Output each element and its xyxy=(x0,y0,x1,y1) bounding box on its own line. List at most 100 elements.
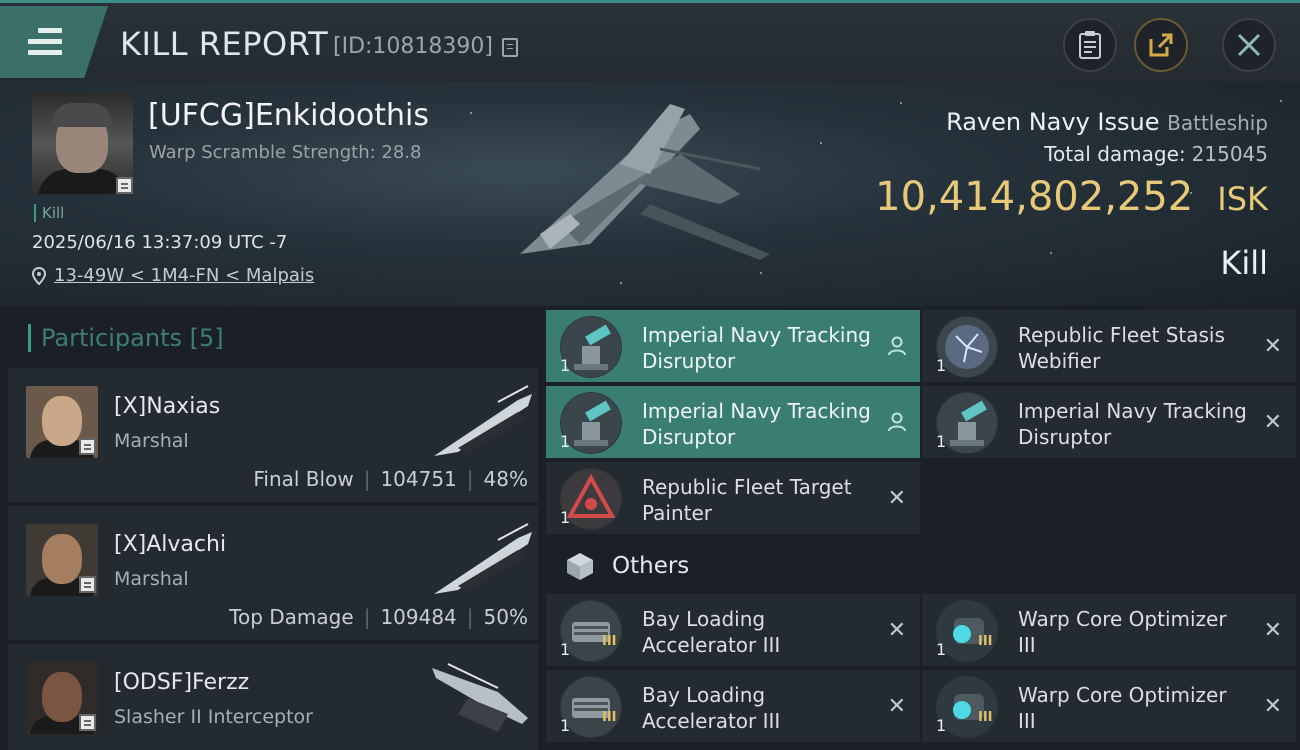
module-item[interactable]: 1 Imperial Navy Tracking Disruptor xyxy=(546,386,920,458)
module-qty: 1 xyxy=(560,432,571,451)
participant-damage: 104751 xyxy=(380,467,457,491)
cube-icon xyxy=(567,553,593,580)
close-icon[interactable]: ✕ xyxy=(888,618,906,643)
module-item[interactable]: 1 Imperial Navy Tracking Disruptor xyxy=(546,310,920,382)
close-icon[interactable]: ✕ xyxy=(1264,618,1282,643)
clipboard-icon xyxy=(1079,31,1101,59)
participant-row[interactable]: [ODSF]Ferzz Slasher II Interceptor xyxy=(8,644,538,750)
module-qty: 1 xyxy=(560,640,571,659)
share-icon xyxy=(1149,33,1173,57)
menu-button[interactable] xyxy=(0,6,108,78)
participant-stats: Top Damage | 109484 | 50% xyxy=(229,605,528,629)
page-title: KILL REPORT xyxy=(120,25,329,63)
report-id: [ID:10818390] xyxy=(333,34,493,59)
close-icon[interactable]: ✕ xyxy=(1264,410,1282,435)
module-qty: 1 xyxy=(560,508,571,527)
ship-class: Battleship xyxy=(1167,111,1268,135)
participant-percent: 48% xyxy=(483,467,528,491)
hamburger-icon xyxy=(28,28,62,61)
participant-role: Final Blow xyxy=(253,467,354,491)
clipboard-button[interactable] xyxy=(1063,18,1117,72)
participant-name[interactable]: [X]Alvachi xyxy=(114,532,226,557)
module-name: Imperial Navy Tracking Disruptor xyxy=(642,323,871,373)
participants-count: [5] xyxy=(189,324,224,352)
participant-ship: Marshal xyxy=(114,430,189,452)
victim-ship-icon[interactable] xyxy=(500,94,780,274)
module-item[interactable]: III 1 Warp Core Optimizer III ✕ xyxy=(922,594,1296,666)
ship-name[interactable]: Raven Navy Issue xyxy=(946,108,1159,136)
warp-scramble: Warp Scramble Strength: 28.8 xyxy=(149,142,422,163)
module-name: Bay Loading Accelerator III xyxy=(642,683,781,733)
participant-ship: Marshal xyxy=(114,568,189,590)
id-card-icon[interactable] xyxy=(116,177,133,194)
participant-name[interactable]: [X]Naxias xyxy=(114,394,220,419)
module-name: Warp Core Optimizer III xyxy=(1018,607,1227,657)
participant-percent: 50% xyxy=(483,605,528,629)
module-name: Warp Core Optimizer III xyxy=(1018,683,1227,733)
participant-row[interactable]: [X]Alvachi Marshal Top Damage | 109484 |… xyxy=(8,506,538,640)
module-name: Bay Loading Accelerator III xyxy=(642,607,781,657)
module-item[interactable]: 1 Imperial Navy Tracking Disruptor ✕ xyxy=(922,386,1296,458)
victim-name[interactable]: [UFCG]Enkidoothis xyxy=(148,98,429,133)
timestamp: 2025/06/16 13:37:09 UTC -7 xyxy=(32,232,288,253)
id-card-icon[interactable] xyxy=(79,714,96,731)
close-icon[interactable]: ✕ xyxy=(1264,694,1282,719)
participants-panel: Participants [5] [X]Naxias Marshal Final… xyxy=(0,306,542,750)
isk-unit: ISK xyxy=(1217,180,1268,218)
close-icon xyxy=(1237,33,1261,57)
isk-value: 10,414,802,252 ISK xyxy=(875,174,1268,220)
module-name: Imperial Navy Tracking Disruptor xyxy=(1018,399,1247,449)
location-link[interactable]: 13-49W < 1M4-FN < Malpais xyxy=(32,265,314,286)
id-card-icon[interactable] xyxy=(79,438,96,455)
tier-badge: III xyxy=(602,710,617,725)
total-damage-value: 215045 xyxy=(1191,142,1268,166)
share-button[interactable] xyxy=(1134,18,1188,72)
location-pin-icon xyxy=(32,266,46,285)
location-text[interactable]: 13-49W < 1M4-FN < Malpais xyxy=(54,265,314,286)
victim-panel: [UFCG]Enkidoothis Warp Scramble Strength… xyxy=(0,82,1300,306)
kill-tag: Kill xyxy=(34,204,64,222)
id-card-icon[interactable] xyxy=(79,576,96,593)
module-qty: 1 xyxy=(936,356,947,375)
result-label: Kill xyxy=(1220,244,1268,282)
close-icon[interactable]: ✕ xyxy=(888,486,906,511)
close-button[interactable] xyxy=(1222,18,1276,72)
participant-damage: 109484 xyxy=(380,605,457,629)
others-section-header: Others xyxy=(564,550,689,582)
participant-ship-icon[interactable] xyxy=(428,520,538,600)
module-item[interactable]: 1 Republic Fleet Target Painter ✕ xyxy=(546,462,920,534)
tier-badge: III xyxy=(602,634,617,649)
ship-type[interactable]: Raven Navy Issue Battleship xyxy=(946,108,1268,136)
participants-title: Participants [5] xyxy=(28,324,224,352)
total-damage: Total damage: 215045 xyxy=(1044,142,1268,166)
module-item[interactable]: III 1 Bay Loading Accelerator III ✕ xyxy=(546,594,920,666)
module-qty: 1 xyxy=(936,640,947,659)
module-qty: 1 xyxy=(560,356,571,375)
title-bar: KILL REPORT [ID:10818390] xyxy=(0,0,1300,82)
close-icon[interactable]: ✕ xyxy=(888,694,906,719)
module-qty: 1 xyxy=(560,716,571,735)
participant-role: Top Damage xyxy=(229,605,354,629)
module-item[interactable]: 1 Republic Fleet Stasis Webifier ✕ xyxy=(922,310,1296,382)
close-icon[interactable]: ✕ xyxy=(1264,334,1282,359)
module-name: Republic Fleet Target Painter xyxy=(642,475,852,525)
isk-amount: 10,414,802,252 xyxy=(875,174,1194,220)
module-qty: 1 xyxy=(936,716,947,735)
module-qty: 1 xyxy=(936,432,947,451)
person-icon[interactable] xyxy=(888,336,906,356)
modules-panel: 1 Imperial Navy Tracking Disruptor 1 Rep… xyxy=(542,306,1300,750)
participant-ship-icon[interactable] xyxy=(428,658,538,738)
copy-id-icon[interactable] xyxy=(502,38,518,57)
participant-name[interactable]: [ODSF]Ferzz xyxy=(114,670,249,695)
module-item[interactable]: III 1 Warp Core Optimizer III ✕ xyxy=(922,670,1296,742)
participant-stats: Final Blow | 104751 | 48% xyxy=(253,467,528,491)
person-icon[interactable] xyxy=(888,412,906,432)
others-label: Others xyxy=(612,553,690,579)
tier-badge: III xyxy=(978,634,993,649)
module-item[interactable]: III 1 Bay Loading Accelerator III ✕ xyxy=(546,670,920,742)
participant-row[interactable]: [X]Naxias Marshal Final Blow | 104751 | … xyxy=(8,368,538,502)
module-name: Imperial Navy Tracking Disruptor xyxy=(642,399,871,449)
participants-title-text: Participants xyxy=(41,324,182,352)
participant-ship-icon[interactable] xyxy=(428,382,538,462)
module-name: Republic Fleet Stasis Webifier xyxy=(1018,323,1225,373)
